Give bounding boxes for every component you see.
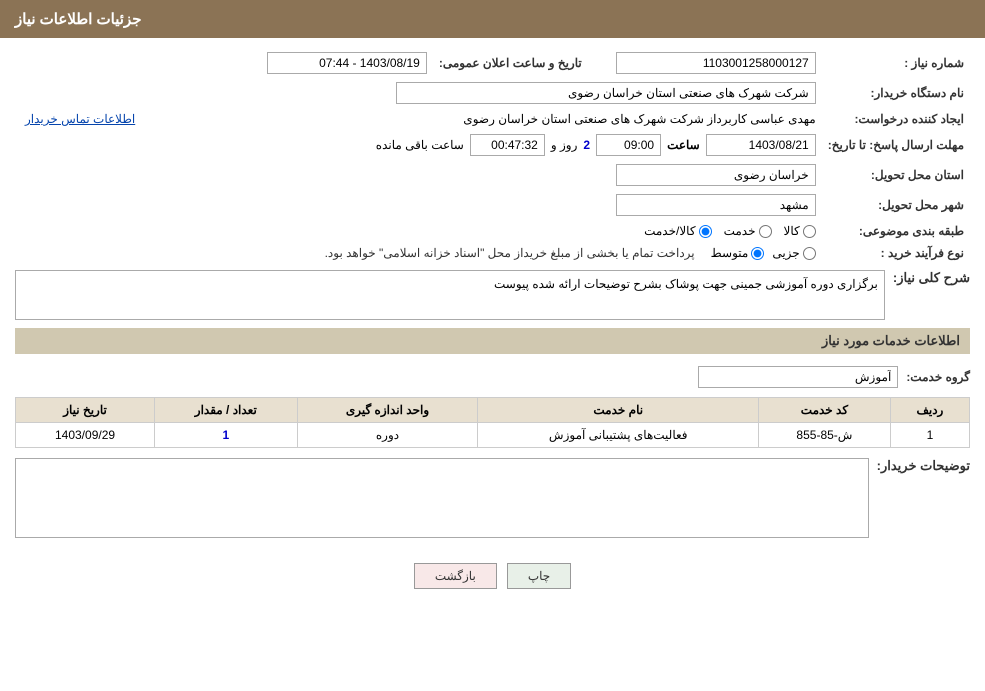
category-kala-label: کالا <box>784 224 800 238</box>
cell-row-num: 1 <box>890 423 969 448</box>
col-need-date: تاریخ نیاز <box>16 398 155 423</box>
buyer-org-label: نام دستگاه خریدار: <box>822 78 970 108</box>
province-label: استان محل تحویل: <box>822 160 970 190</box>
purchase-motavasset-label: متوسط <box>711 246 749 260</box>
city-input[interactable] <box>616 194 816 216</box>
purchase-motavasset-radio[interactable] <box>751 247 764 260</box>
purchase-type-note: پرداخت تمام یا بخشی از مبلغ خریداز محل "… <box>325 246 695 260</box>
cell-service-name: فعالیت‌های پشتیبانی آموزش <box>478 423 759 448</box>
description-value: برگزاری دوره آموزشی جمینی جهت پوشاک بشرح… <box>494 277 878 291</box>
purchase-type-label: نوع فرآیند خرید : <box>822 242 970 264</box>
category-kala-radio[interactable] <box>803 225 816 238</box>
buttons-row: چاپ بازگشت <box>15 548 970 604</box>
time-label: ساعت <box>667 138 700 152</box>
col-row-num: ردیف <box>890 398 969 423</box>
page-header: جزئیات اطلاعات نیاز <box>0 0 985 38</box>
col-quantity: تعداد / مقدار <box>155 398 298 423</box>
purchase-jazee-radio[interactable] <box>803 247 816 260</box>
deadline-date-input[interactable] <box>706 134 816 156</box>
buyer-notes-label: توضیحات خریدار: <box>877 458 970 474</box>
category-kala-khadamat-label: کالا/خدمت <box>644 224 695 238</box>
category-khadamat-radio[interactable] <box>759 225 772 238</box>
contact-link[interactable]: اطلاعات تماس خریدار <box>25 112 135 126</box>
remaining-suffix: ساعت باقی مانده <box>376 138 464 152</box>
need-number-label: شماره نیاز : <box>822 48 970 78</box>
service-group-label: گروه خدمت: <box>906 370 970 384</box>
category-kala-item: کالا <box>784 224 816 238</box>
need-number-input[interactable] <box>616 52 816 74</box>
col-unit: واحد اندازه گیری <box>297 398 478 423</box>
cell-need-date: 1403/09/29 <box>16 423 155 448</box>
purchase-jazee-label: جزیی <box>772 246 799 260</box>
col-service-name: نام خدمت <box>478 398 759 423</box>
announce-input[interactable] <box>267 52 427 74</box>
days-value: 2 <box>583 138 590 152</box>
purchase-motavasset-item: متوسط <box>711 246 765 260</box>
page-title: جزئیات اطلاعات نیاز <box>15 11 142 28</box>
col-service-code: کد خدمت <box>759 398 891 423</box>
deadline-label: مهلت ارسال پاسخ: تا تاریخ: <box>822 130 970 160</box>
category-khadamat-label: خدمت <box>724 224 756 238</box>
announce-label: تاریخ و ساعت اعلان عمومی: <box>433 48 602 78</box>
services-section-label: اطلاعات خدمات مورد نیاز <box>15 328 970 354</box>
creator-value: مهدی عباسی کاربرداز شرکت شهرک های صنعتی … <box>463 112 815 126</box>
category-khadamat-item: خدمت <box>724 224 772 238</box>
category-label: طبقه بندی موضوعی: <box>822 220 970 242</box>
description-box: برگزاری دوره آموزشی جمینی جهت پوشاک بشرح… <box>15 270 885 320</box>
buyer-org-input[interactable] <box>396 82 816 104</box>
remaining-time-input[interactable] <box>470 134 545 156</box>
cell-quantity: 1 <box>155 423 298 448</box>
info-table: شماره نیاز : تاریخ و ساعت اعلان عمومی: ن… <box>15 48 970 264</box>
category-kala-khadamat-item: کالا/خدمت <box>644 224 711 238</box>
table-row: 1 ش-85-855 فعالیت‌های پشتیبانی آموزش دور… <box>16 423 970 448</box>
creator-label: ایجاد کننده درخواست: <box>822 108 970 130</box>
service-group-input[interactable] <box>698 366 898 388</box>
days-label: روز و <box>551 138 578 152</box>
cell-unit: دوره <box>297 423 478 448</box>
services-table: ردیف کد خدمت نام خدمت واحد اندازه گیری ت… <box>15 397 970 448</box>
city-label: شهر محل تحویل: <box>822 190 970 220</box>
service-group-row: گروه خدمت: <box>15 362 970 392</box>
back-button[interactable]: بازگشت <box>414 563 497 589</box>
print-button[interactable]: چاپ <box>507 563 571 589</box>
deadline-time-input[interactable] <box>596 134 661 156</box>
category-kala-khadamat-radio[interactable] <box>699 225 712 238</box>
description-section-label: شرح کلی نیاز: <box>893 270 970 286</box>
buyer-notes-box <box>15 458 869 538</box>
cell-service-code: ش-85-855 <box>759 423 891 448</box>
province-input[interactable] <box>616 164 816 186</box>
purchase-jazee-item: جزیی <box>772 246 815 260</box>
